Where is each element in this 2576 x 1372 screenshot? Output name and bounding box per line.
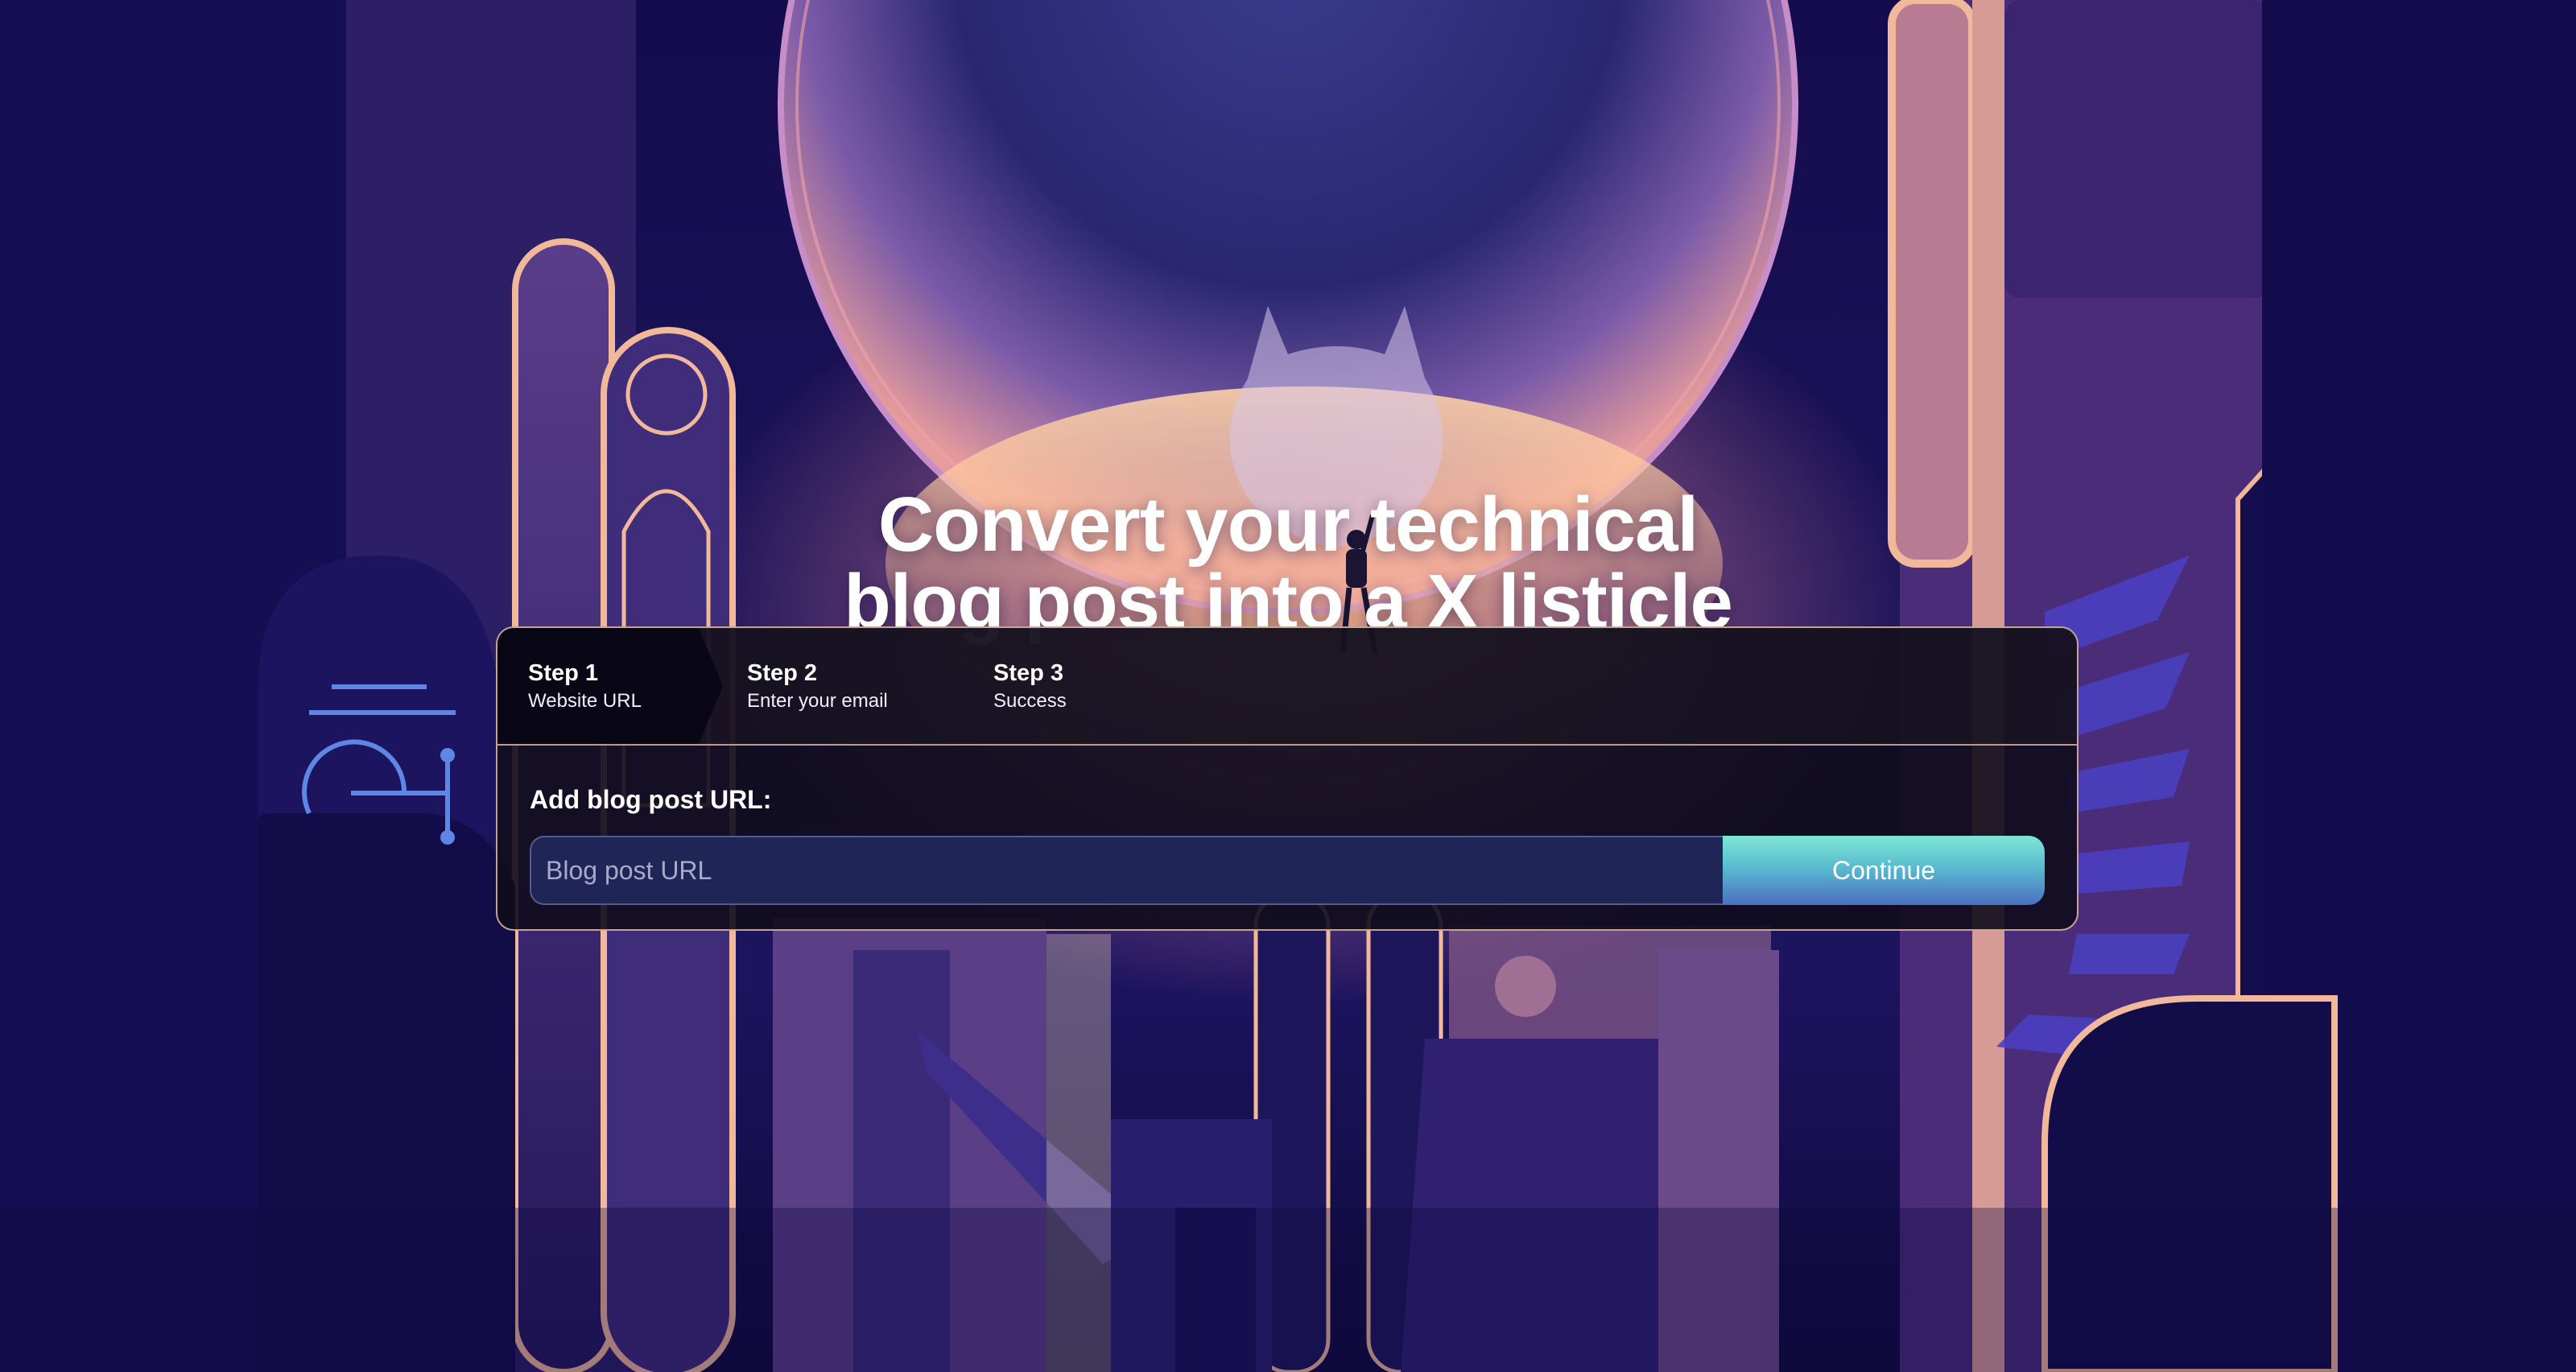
step-title: Step 1 bbox=[528, 660, 599, 686]
step-title: Step 3 bbox=[993, 660, 1064, 686]
continue-button[interactable]: Continue bbox=[1723, 836, 2045, 905]
hero-title-line-1: Convert your technical bbox=[877, 481, 1699, 568]
step-2-enter-email[interactable]: Step 2 Enter your email bbox=[747, 628, 888, 744]
step-1-website-url[interactable]: Step 1 Website URL bbox=[497, 628, 723, 744]
url-form: Add blog post URL: Continue bbox=[497, 746, 2077, 905]
step-indicator: Step 1 Website URL Step 2 Enter your ema… bbox=[497, 628, 2077, 746]
url-input-row: Continue bbox=[530, 836, 2045, 905]
step-subtitle: Website URL bbox=[528, 690, 642, 712]
step-subtitle: Enter your email bbox=[747, 690, 888, 712]
step-subtitle: Success bbox=[993, 690, 1067, 712]
hero-title: Convert your technical blog post into a … bbox=[0, 486, 2576, 641]
step-title: Step 2 bbox=[747, 660, 818, 686]
landing-page: Convert your technical blog post into a … bbox=[0, 0, 2576, 1372]
blog-url-label: Add blog post URL: bbox=[530, 785, 772, 814]
step-3-success[interactable]: Step 3 Success bbox=[993, 628, 1067, 744]
blog-post-url-input[interactable] bbox=[530, 836, 1723, 905]
conversion-form-panel: Step 1 Website URL Step 2 Enter your ema… bbox=[496, 626, 2079, 931]
